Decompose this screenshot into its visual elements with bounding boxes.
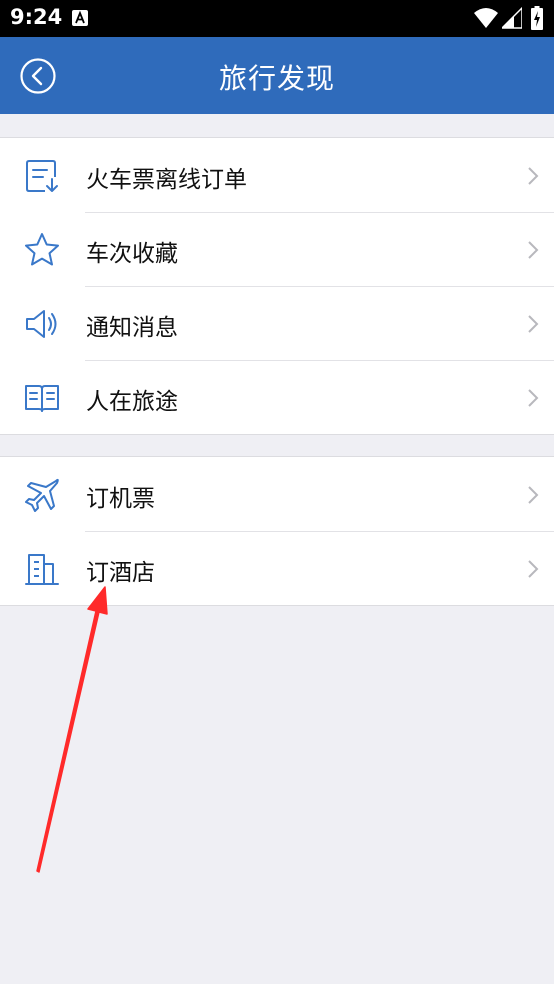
menu-group-personal: 火车票离线订单 车次收藏 通知消息 人在旅途	[0, 137, 554, 435]
status-bar: 9:24	[0, 0, 554, 37]
menu-label: 人在旅途	[86, 389, 178, 415]
battery-charging-icon	[531, 6, 543, 30]
signal-icon	[502, 7, 522, 29]
menu-label: 通知消息	[86, 315, 178, 341]
page-title: 旅行发现	[218, 62, 335, 95]
speaker-icon	[26, 310, 57, 338]
menu-item-offline-orders[interactable]: 火车票离线订单	[0, 138, 554, 212]
menu-label: 车次收藏	[86, 241, 178, 267]
menu-item-book-flight[interactable]: 订机票	[0, 457, 554, 531]
chevron-right-icon	[528, 560, 539, 578]
chevron-right-icon	[528, 241, 539, 259]
offline-order-icon	[26, 160, 58, 192]
airplane-icon	[25, 478, 59, 512]
chevron-right-icon	[528, 315, 539, 333]
book-icon	[25, 385, 59, 412]
status-time: 9:24	[10, 5, 63, 29]
wifi-icon	[474, 8, 498, 28]
menu-label: 订酒店	[86, 560, 155, 586]
menu-item-notifications[interactable]: 通知消息	[0, 286, 554, 360]
chevron-right-icon	[528, 389, 539, 407]
chevron-right-icon	[528, 167, 539, 185]
chevron-right-icon	[528, 486, 539, 504]
menu-label: 订机票	[86, 486, 155, 512]
menu-label: 火车票离线订单	[86, 167, 247, 193]
hotel-building-icon	[25, 554, 59, 585]
menu-item-favorite-trains[interactable]: 车次收藏	[0, 212, 554, 286]
menu-item-travel-journey[interactable]: 人在旅途	[0, 360, 554, 434]
a-notification-icon	[72, 10, 88, 26]
star-icon	[25, 233, 59, 266]
menu-item-book-hotel[interactable]: 订酒店	[0, 531, 554, 605]
header-bar: 旅行发现	[0, 37, 554, 114]
menu-group-booking: 订机票 订酒店	[0, 456, 554, 606]
